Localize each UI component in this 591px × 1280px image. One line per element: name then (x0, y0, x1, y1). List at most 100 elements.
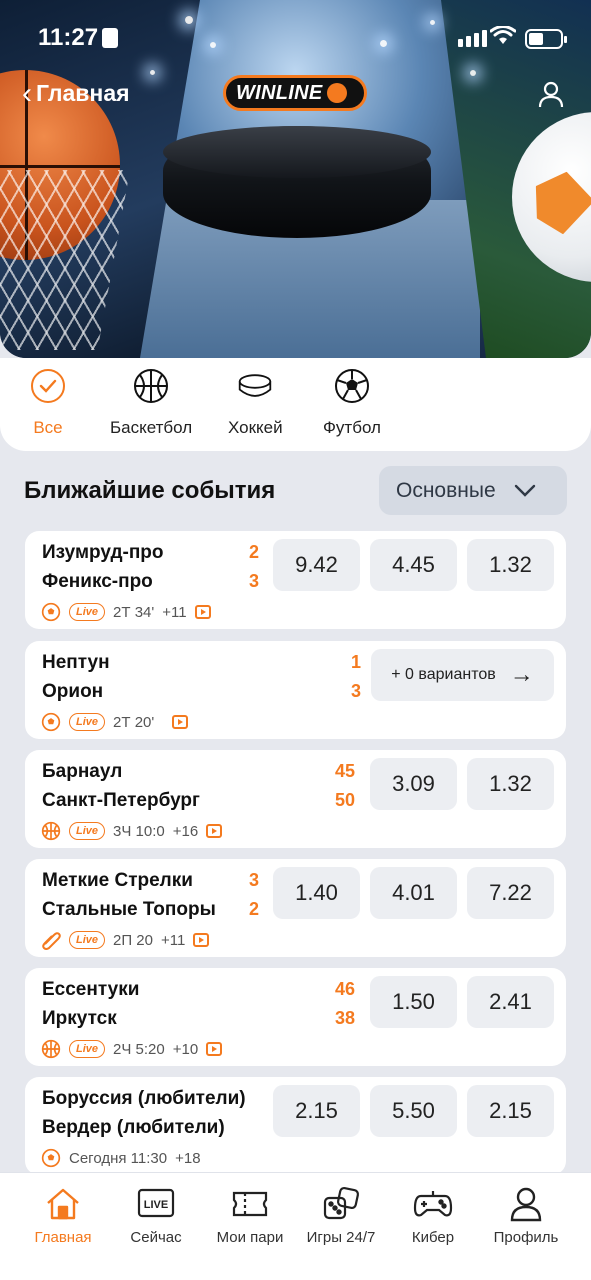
score-away: 2 (248, 899, 259, 919)
score-home: 1 (350, 652, 361, 672)
more-options-button[interactable]: + 0 вариантов → (371, 649, 554, 701)
event-card[interactable]: Боруссия (любители) Вердер (любители) Се… (25, 1077, 566, 1175)
tv-icon (172, 715, 189, 729)
nav-profile[interactable]: Профиль (481, 1185, 571, 1246)
team-home: Меткие Стрелки (42, 870, 193, 891)
live-icon: LIVE (136, 1185, 176, 1223)
event-extra-markets: +10 (172, 1040, 199, 1058)
nav-my-bets[interactable]: Мои пари (205, 1185, 295, 1246)
event-card[interactable]: Барнаул Санкт-Петербург 45 50 Live 3Ч 10… (25, 750, 566, 848)
odd-button[interactable]: 1.32 (467, 758, 554, 810)
event-meta: Live 2П 20 +11 (41, 930, 210, 950)
odd-button[interactable]: 4.01 (370, 867, 457, 919)
event-extra-markets: +11 (162, 603, 187, 621)
odd-button[interactable]: 2.15 (467, 1085, 554, 1137)
filter-dropdown[interactable]: Основные (379, 466, 567, 515)
odd-button[interactable]: 2.41 (467, 976, 554, 1028)
basketball-icon (41, 1039, 61, 1059)
tv-icon (206, 1042, 223, 1056)
tab-label: Хоккей (228, 418, 283, 437)
chevron-left-icon: ‹ (22, 76, 32, 110)
soccer-ball-icon (41, 1148, 61, 1168)
team-home: Ессентуки (42, 979, 140, 1000)
score-home: 45 (334, 761, 355, 781)
status-bar: 11:27 (0, 0, 591, 74)
score-home: 2 (248, 542, 259, 562)
event-meta: Live 2Т 34' +11 (41, 602, 211, 622)
ticket-icon (230, 1185, 270, 1223)
team-home: Нептун (42, 652, 110, 673)
arrow-right-icon: → (509, 661, 534, 688)
event-time: 2Т 34' (113, 603, 155, 621)
event-card[interactable]: Ессентуки Иркутск 46 38 Live 2Ч 5:20 +10… (25, 968, 566, 1066)
gamepad-icon (413, 1185, 453, 1223)
tab-hockey[interactable]: Хоккей (228, 368, 283, 438)
tab-football[interactable]: Футбол (323, 368, 381, 438)
event-time: 2П 20 (113, 931, 153, 949)
soccer-ball-icon (334, 368, 370, 404)
basketball-icon (41, 821, 61, 841)
odd-button[interactable]: 7.22 (467, 867, 554, 919)
tab-label: Баскетбол (110, 418, 193, 437)
paperclip-icon (42, 932, 61, 950)
contact-badge-icon (102, 28, 118, 48)
score-home: 3 (248, 870, 259, 890)
dice-icon (321, 1185, 361, 1223)
nav-label: Главная (34, 1229, 92, 1246)
nav-label: Игры 24/7 (306, 1229, 376, 1246)
filter-value: Основные (396, 478, 496, 502)
nav-live[interactable]: LIVE Сейчас (111, 1185, 201, 1246)
back-button[interactable]: ‹ Главная (22, 76, 130, 110)
nav-cyber[interactable]: Кибер (388, 1185, 478, 1246)
score-away: 38 (334, 1008, 355, 1028)
event-card[interactable]: Меткие Стрелки Стальные Топоры 3 2 Live … (25, 859, 566, 957)
team-home: Барнаул (42, 761, 123, 782)
event-time: 2Ч 5:20 (113, 1040, 165, 1058)
nav-label: Профиль (493, 1229, 559, 1246)
event-time: 3Ч 10:0 (113, 822, 165, 840)
nav-label: Мои пари (216, 1229, 284, 1246)
user-icon[interactable] (537, 80, 565, 108)
wifi-icon (489, 25, 517, 52)
tab-basketball[interactable]: Баскетбол (110, 368, 192, 438)
odd-button[interactable]: 5.50 (370, 1085, 457, 1137)
event-meta: Live 3Ч 10:0 +16 (41, 821, 223, 841)
score-away: 3 (248, 571, 259, 591)
nav-games[interactable]: Игры 24/7 (296, 1185, 386, 1246)
back-label: Главная (36, 80, 130, 106)
tv-icon (193, 933, 210, 947)
odd-button[interactable]: 1.40 (273, 867, 360, 919)
team-away: Вердер (любители) (42, 1117, 225, 1138)
nav-label: Сейчас (130, 1229, 182, 1246)
event-meta: Сегодня 11:30 +18 (41, 1148, 201, 1168)
more-options-label: + 0 вариантов (391, 666, 496, 683)
status-time: 11:27 (38, 24, 99, 51)
odd-button[interactable]: 1.50 (370, 976, 457, 1028)
odd-button[interactable]: 4.45 (370, 539, 457, 591)
logo-text: WINLINE (236, 81, 323, 104)
score-home: 46 (334, 979, 355, 999)
team-away: Санкт-Петербург (42, 790, 200, 811)
odd-button[interactable]: 1.32 (467, 539, 554, 591)
team-away: Феникс-про (42, 571, 153, 592)
soccer-ball-icon (41, 602, 61, 622)
score-away: 3 (350, 681, 361, 701)
logo-dot (326, 83, 347, 103)
odd-button[interactable]: 3.09 (370, 758, 457, 810)
event-card[interactable]: Нептун Орион 1 3 Live 2Т 20' + 0 вариант… (25, 641, 566, 739)
event-extra-markets: +16 (172, 822, 199, 840)
soccer-ball-icon (41, 712, 61, 732)
team-away: Стальные Топоры (42, 899, 216, 920)
live-badge: Live (69, 822, 106, 840)
winline-logo: WINLINE (223, 75, 367, 111)
category-tabs: Все Баскетбол Хоккей Футбол (0, 358, 591, 451)
tab-all[interactable]: Все (30, 368, 66, 438)
live-badge: Live (69, 1040, 106, 1058)
nav-home[interactable]: Главная (18, 1185, 108, 1246)
event-extra-markets: +18 (175, 1149, 201, 1167)
event-card[interactable]: Изумруд-про Феникс-про 2 3 Live 2Т 34' +… (25, 531, 566, 629)
live-icon-text: LIVE (144, 1199, 168, 1211)
event-meta: Live 2Т 20' (41, 712, 189, 732)
odd-button[interactable]: 9.42 (273, 539, 360, 591)
odd-button[interactable]: 2.15 (273, 1085, 360, 1137)
